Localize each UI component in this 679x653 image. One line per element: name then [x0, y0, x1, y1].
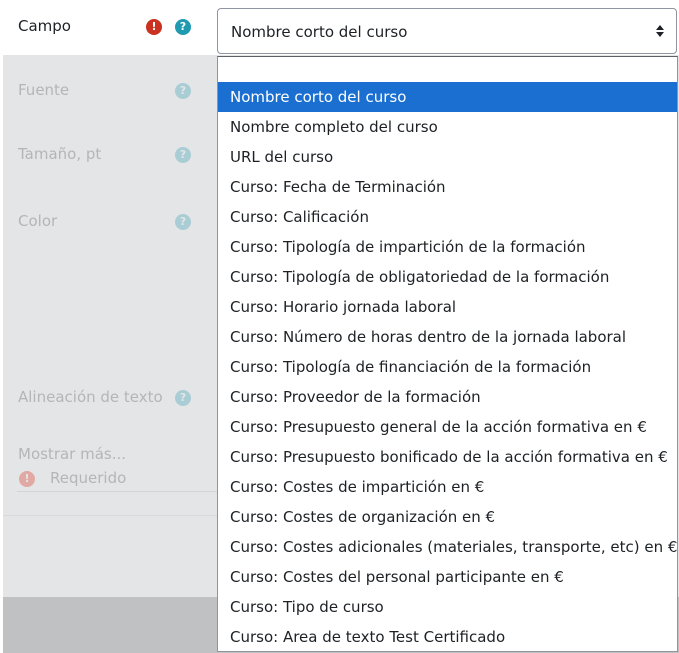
color-help-icon: ?: [175, 214, 191, 230]
tamano-label: Tamaño, pt: [18, 145, 102, 163]
page: Campo ! ? Nombre corto del curso Fuente …: [0, 0, 679, 653]
dropdown-option[interactable]: Nombre corto del curso: [218, 82, 677, 112]
dropdown-option[interactable]: Curso: Número de horas dentro de la jorn…: [218, 322, 677, 352]
alineacion-help-icon: ?: [175, 390, 191, 406]
field-select[interactable]: Nombre corto del curso: [217, 8, 677, 54]
form-divider: [17, 491, 217, 492]
requerido-label: Requerido: [50, 469, 127, 487]
select-current-value: Nombre corto del curso: [231, 23, 408, 41]
select-caret-icon: [656, 23, 664, 39]
requerido-icon: !: [19, 471, 35, 487]
fuente-help-icon: ?: [175, 83, 191, 99]
mostrar-mas-link: Mostrar más...: [18, 445, 127, 463]
dropdown-option[interactable]: URL del curso: [218, 142, 677, 172]
dropdown-option[interactable]: Curso: Costes de organización en €: [218, 502, 677, 532]
form-edge: [0, 55, 3, 653]
dropdown-option[interactable]: Nombre completo del curso: [218, 112, 677, 142]
field-label: Campo: [18, 17, 71, 35]
dropdown-option[interactable]: Curso: Tipología de obligatoriedad de la…: [218, 262, 677, 292]
dropdown-option[interactable]: Curso: Tipo de curso: [218, 592, 677, 622]
help-icon[interactable]: ?: [175, 19, 191, 35]
alineacion-label: Alineación de texto: [18, 388, 163, 406]
dropdown-option[interactable]: Curso: Tipología de impartición de la fo…: [218, 232, 677, 262]
field-dropdown-list[interactable]: Nombre corto del curso Nombre completo de…: [217, 56, 678, 652]
fuente-label: Fuente: [18, 81, 70, 99]
dropdown-option[interactable]: Curso: Fecha de Terminación: [218, 172, 677, 202]
dropdown-option[interactable]: Curso: Costes de impartición en €: [218, 472, 677, 502]
required-icon: !: [146, 19, 162, 35]
dropdown-option[interactable]: Curso: Presupuesto bonificado de la acci…: [218, 442, 677, 472]
dropdown-option[interactable]: Curso: Presupuesto general de la acción …: [218, 412, 677, 442]
tamano-help-icon: ?: [175, 147, 191, 163]
dropdown-option[interactable]: Curso: Area de texto Test Certificado: [218, 622, 677, 652]
dropdown-option[interactable]: Curso: Horario jornada laboral: [218, 292, 677, 322]
dropdown-option[interactable]: Curso: Tipología de financiación de la f…: [218, 352, 677, 382]
color-label: Color: [18, 212, 58, 230]
form-divider-lower: [3, 515, 217, 516]
dropdown-option[interactable]: Curso: Costes adicionales (materiales, t…: [218, 532, 677, 562]
dropdown-option[interactable]: Curso: Calificación: [218, 202, 677, 232]
dropdown-option[interactable]: Curso: Costes del personal participante …: [218, 562, 677, 592]
dropdown-option[interactable]: Curso: Proveedor de la formación: [218, 382, 677, 412]
